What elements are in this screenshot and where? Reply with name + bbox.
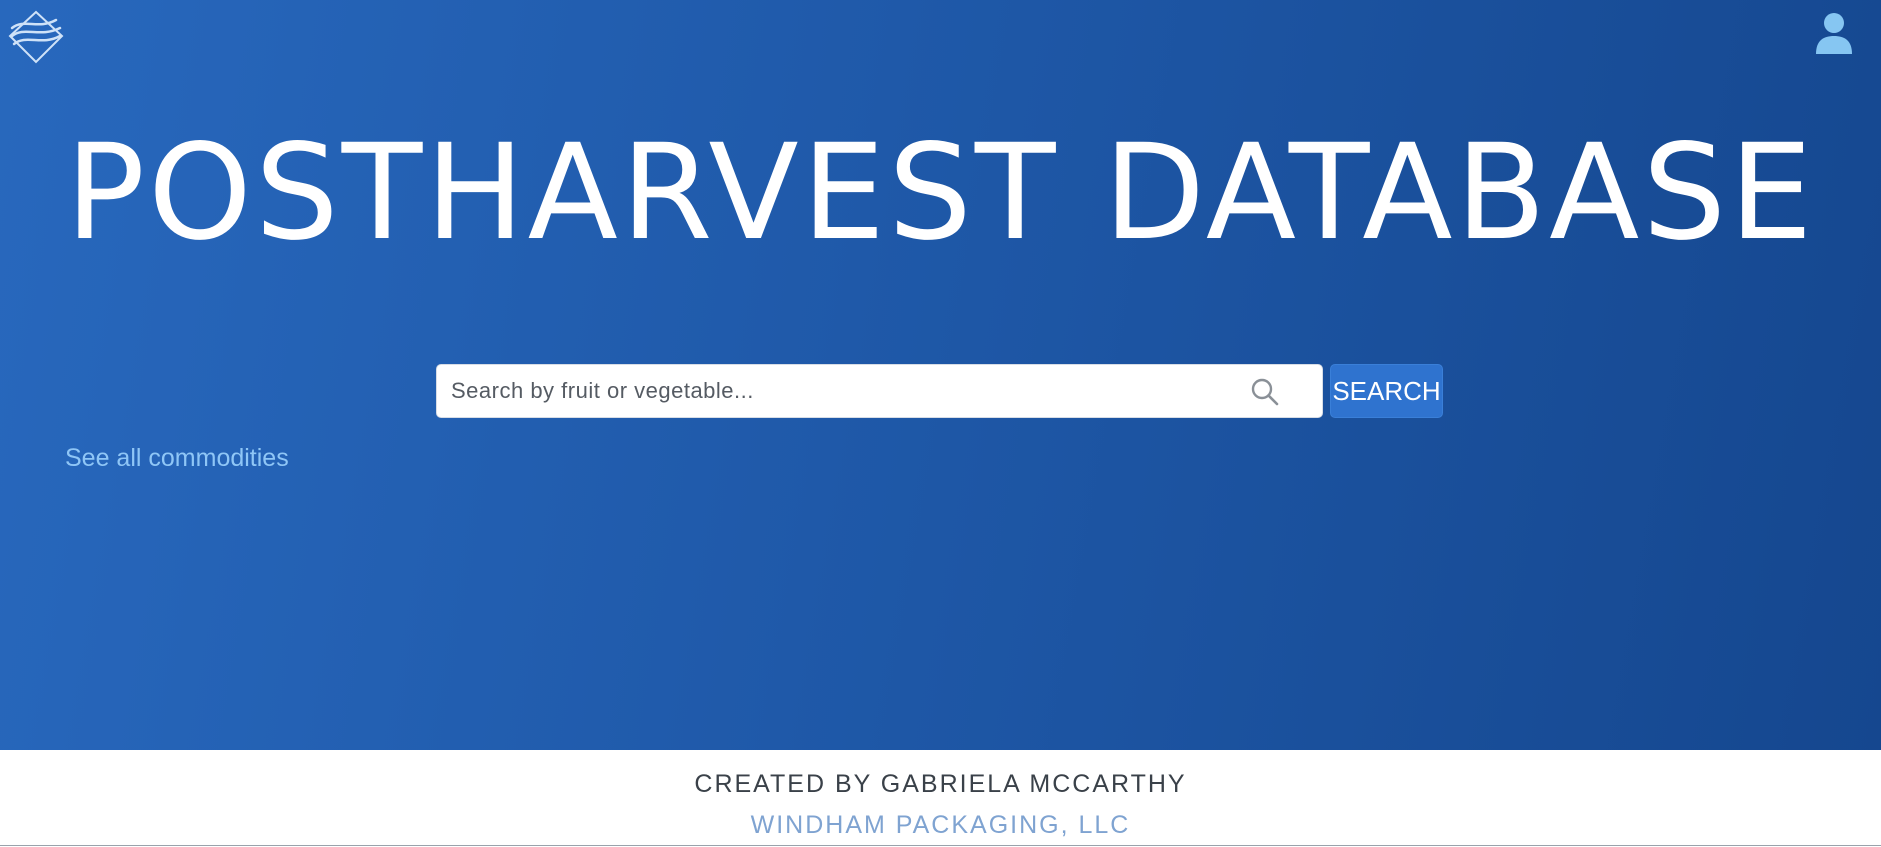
search-button[interactable]: SEARCH xyxy=(1330,364,1443,418)
page-title: POSTHARVEST DATABASE xyxy=(65,116,1816,270)
search-input[interactable] xyxy=(437,365,1247,417)
search-box xyxy=(436,364,1323,418)
hero-section: POSTHARVEST DATABASE SEARCH See all comm… xyxy=(0,0,1881,750)
magnifier-icon[interactable] xyxy=(1250,377,1280,407)
footer-credit: CREATED BY GABRIELA MCCARTHY xyxy=(694,770,1187,798)
footer: CREATED BY GABRIELA MCCARTHY WINDHAM PAC… xyxy=(0,750,1881,846)
user-icon[interactable] xyxy=(1814,10,1854,56)
wave-diamond-logo-icon[interactable] xyxy=(6,8,66,64)
see-all-commodities-link[interactable]: See all commodities xyxy=(65,444,289,473)
footer-company-link[interactable]: WINDHAM PACKAGING, LLC xyxy=(0,811,1881,840)
